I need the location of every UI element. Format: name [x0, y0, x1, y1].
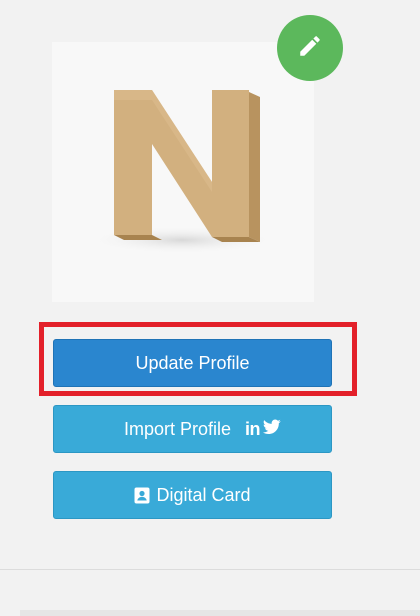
- update-profile-button[interactable]: Update Profile: [53, 339, 332, 387]
- contact-card-icon: [134, 487, 150, 504]
- profile-panel: Update Profile Import Profile in Digital…: [0, 0, 420, 616]
- digital-card-button[interactable]: Digital Card: [53, 471, 332, 519]
- profile-picture: [52, 42, 314, 302]
- next-section-edge: [20, 610, 420, 616]
- social-icons: in: [245, 419, 281, 440]
- edit-profile-picture-button[interactable]: [277, 15, 343, 81]
- import-profile-label: Import Profile: [123, 418, 232, 439]
- letter-n-image: [52, 42, 314, 302]
- import-profile-button[interactable]: Import Profile in: [53, 405, 332, 453]
- twitter-icon: [263, 419, 281, 440]
- digital-card-label: Digital Card: [156, 484, 251, 505]
- pencil-icon: [297, 33, 323, 64]
- linkedin-icon: in: [245, 418, 261, 439]
- section-divider: [0, 569, 420, 570]
- update-profile-label: Update Profile: [135, 352, 250, 373]
